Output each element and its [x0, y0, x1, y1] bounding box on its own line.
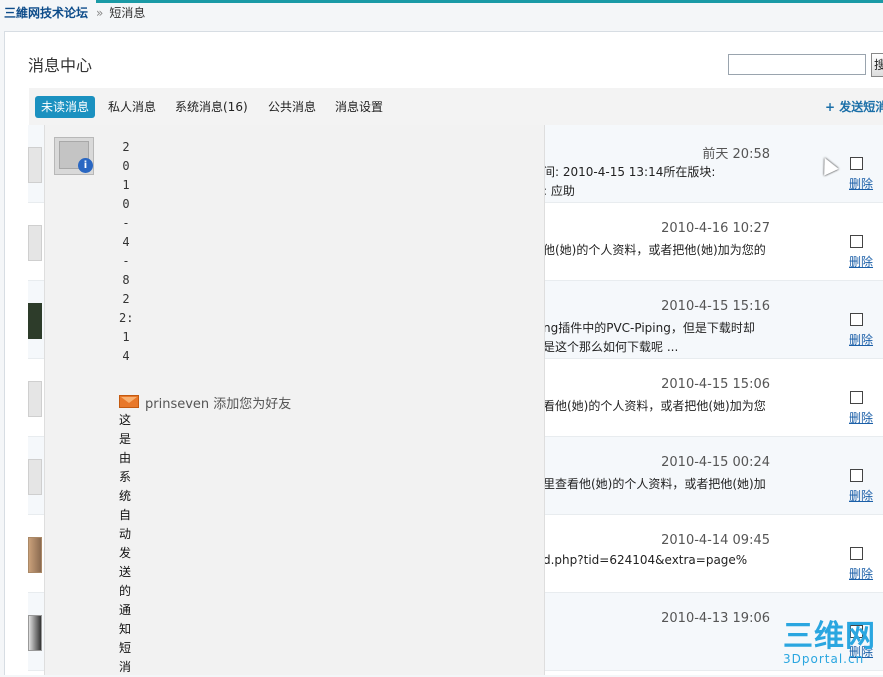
message-preview-line2: : 应助 — [543, 184, 575, 198]
tab-settings[interactable]: 消息设置 — [329, 96, 389, 118]
breadcrumb-current: 短消息 — [109, 6, 146, 20]
avatar — [28, 303, 42, 339]
watermark-title: 三维网 — [783, 619, 876, 654]
message-time: 前天 20:58 — [702, 147, 770, 162]
message-preview: 看他(她)的个人资料，或者把他(她)加为您 — [543, 399, 766, 413]
page-title: 消息中心 — [28, 56, 93, 75]
select-checkbox[interactable] — [850, 157, 863, 170]
tab-private[interactable]: 私人消息 — [102, 96, 162, 118]
select-checkbox[interactable] — [850, 391, 863, 404]
delete-link[interactable]: 删除 — [849, 253, 873, 270]
message-preview: ng插件中的PVC-Piping，但是下载时却 — [543, 321, 755, 335]
message-time: 2010-4-15 15:06 — [661, 377, 770, 392]
avatar: i — [54, 137, 94, 175]
avatar — [28, 615, 42, 651]
avatar — [28, 537, 42, 573]
avatar — [28, 147, 42, 183]
select-checkbox[interactable] — [850, 313, 863, 326]
message-preview: 他(她)的个人资料，或者把他(她)加为您的 — [543, 243, 766, 257]
breadcrumb: 三維网技术论坛 » 短消息 — [4, 4, 145, 22]
search-input[interactable] — [728, 54, 866, 75]
delete-link[interactable]: 删除 — [849, 565, 873, 582]
envelope-icon — [119, 395, 139, 408]
message-time: 2010-4-16 10:27 — [661, 221, 770, 236]
avatar — [28, 459, 42, 495]
message-preview: 里查看他(她)的个人资料，或者把他(她)加 — [543, 477, 766, 491]
delete-link[interactable]: 删除 — [849, 331, 873, 348]
delete-link[interactable]: 删除 — [849, 487, 873, 504]
watermark-logo: 三维网 3Dportal.cn — [783, 622, 878, 672]
tab-public[interactable]: 公共消息 — [262, 96, 322, 118]
message-time: 2010-4-15 15:16 — [661, 299, 770, 314]
select-checkbox[interactable] — [850, 235, 863, 248]
breadcrumb-separator: » — [96, 6, 104, 20]
notification-date: 2010-4-8 22:14 — [119, 140, 134, 363]
notification-body: 这是由系统自动发送的通知短消 — [119, 413, 132, 674]
avatar — [28, 381, 42, 417]
delete-link[interactable]: 删除 — [849, 409, 873, 426]
message-preview: 间: 2010-4-15 13:14所在版块: — [543, 165, 716, 179]
message-time: 2010-4-14 09:45 — [661, 533, 770, 548]
avatar — [28, 225, 42, 261]
info-icon: i — [78, 158, 93, 173]
watermark-url: 3Dportal.cn — [783, 652, 865, 666]
breadcrumb-home-link[interactable]: 三維网技术论坛 — [4, 6, 88, 20]
select-checkbox[interactable] — [850, 469, 863, 482]
send-message-link[interactable]: + 发送短消息 — [825, 96, 883, 118]
message-time: 2010-4-15 00:24 — [661, 455, 770, 470]
message-preview-line2: 是这个那么如何下载呢 ... — [543, 340, 679, 354]
search-button[interactable]: 搜 — [871, 53, 883, 77]
tab-unread[interactable]: 未读消息 — [35, 96, 96, 118]
delete-link[interactable]: 删除 — [849, 175, 873, 192]
tab-system[interactable]: 系统消息(16) — [169, 96, 254, 118]
notification-popup: i 2010-4-8 22:14 prinseven 添加您为好友 这是由系统自… — [44, 125, 545, 675]
top-accent-bar — [96, 0, 883, 3]
notification-title: prinseven 添加您为好友 — [145, 397, 292, 412]
message-preview: d.php?tid=624104&extra=page% — [543, 553, 748, 567]
tab-bar: 未读消息 私人消息 系统消息(16) 公共消息 消息设置 + 发送短消息 — [29, 88, 883, 126]
message-time: 2010-4-13 19:06 — [661, 611, 770, 626]
select-checkbox[interactable] — [850, 547, 863, 560]
